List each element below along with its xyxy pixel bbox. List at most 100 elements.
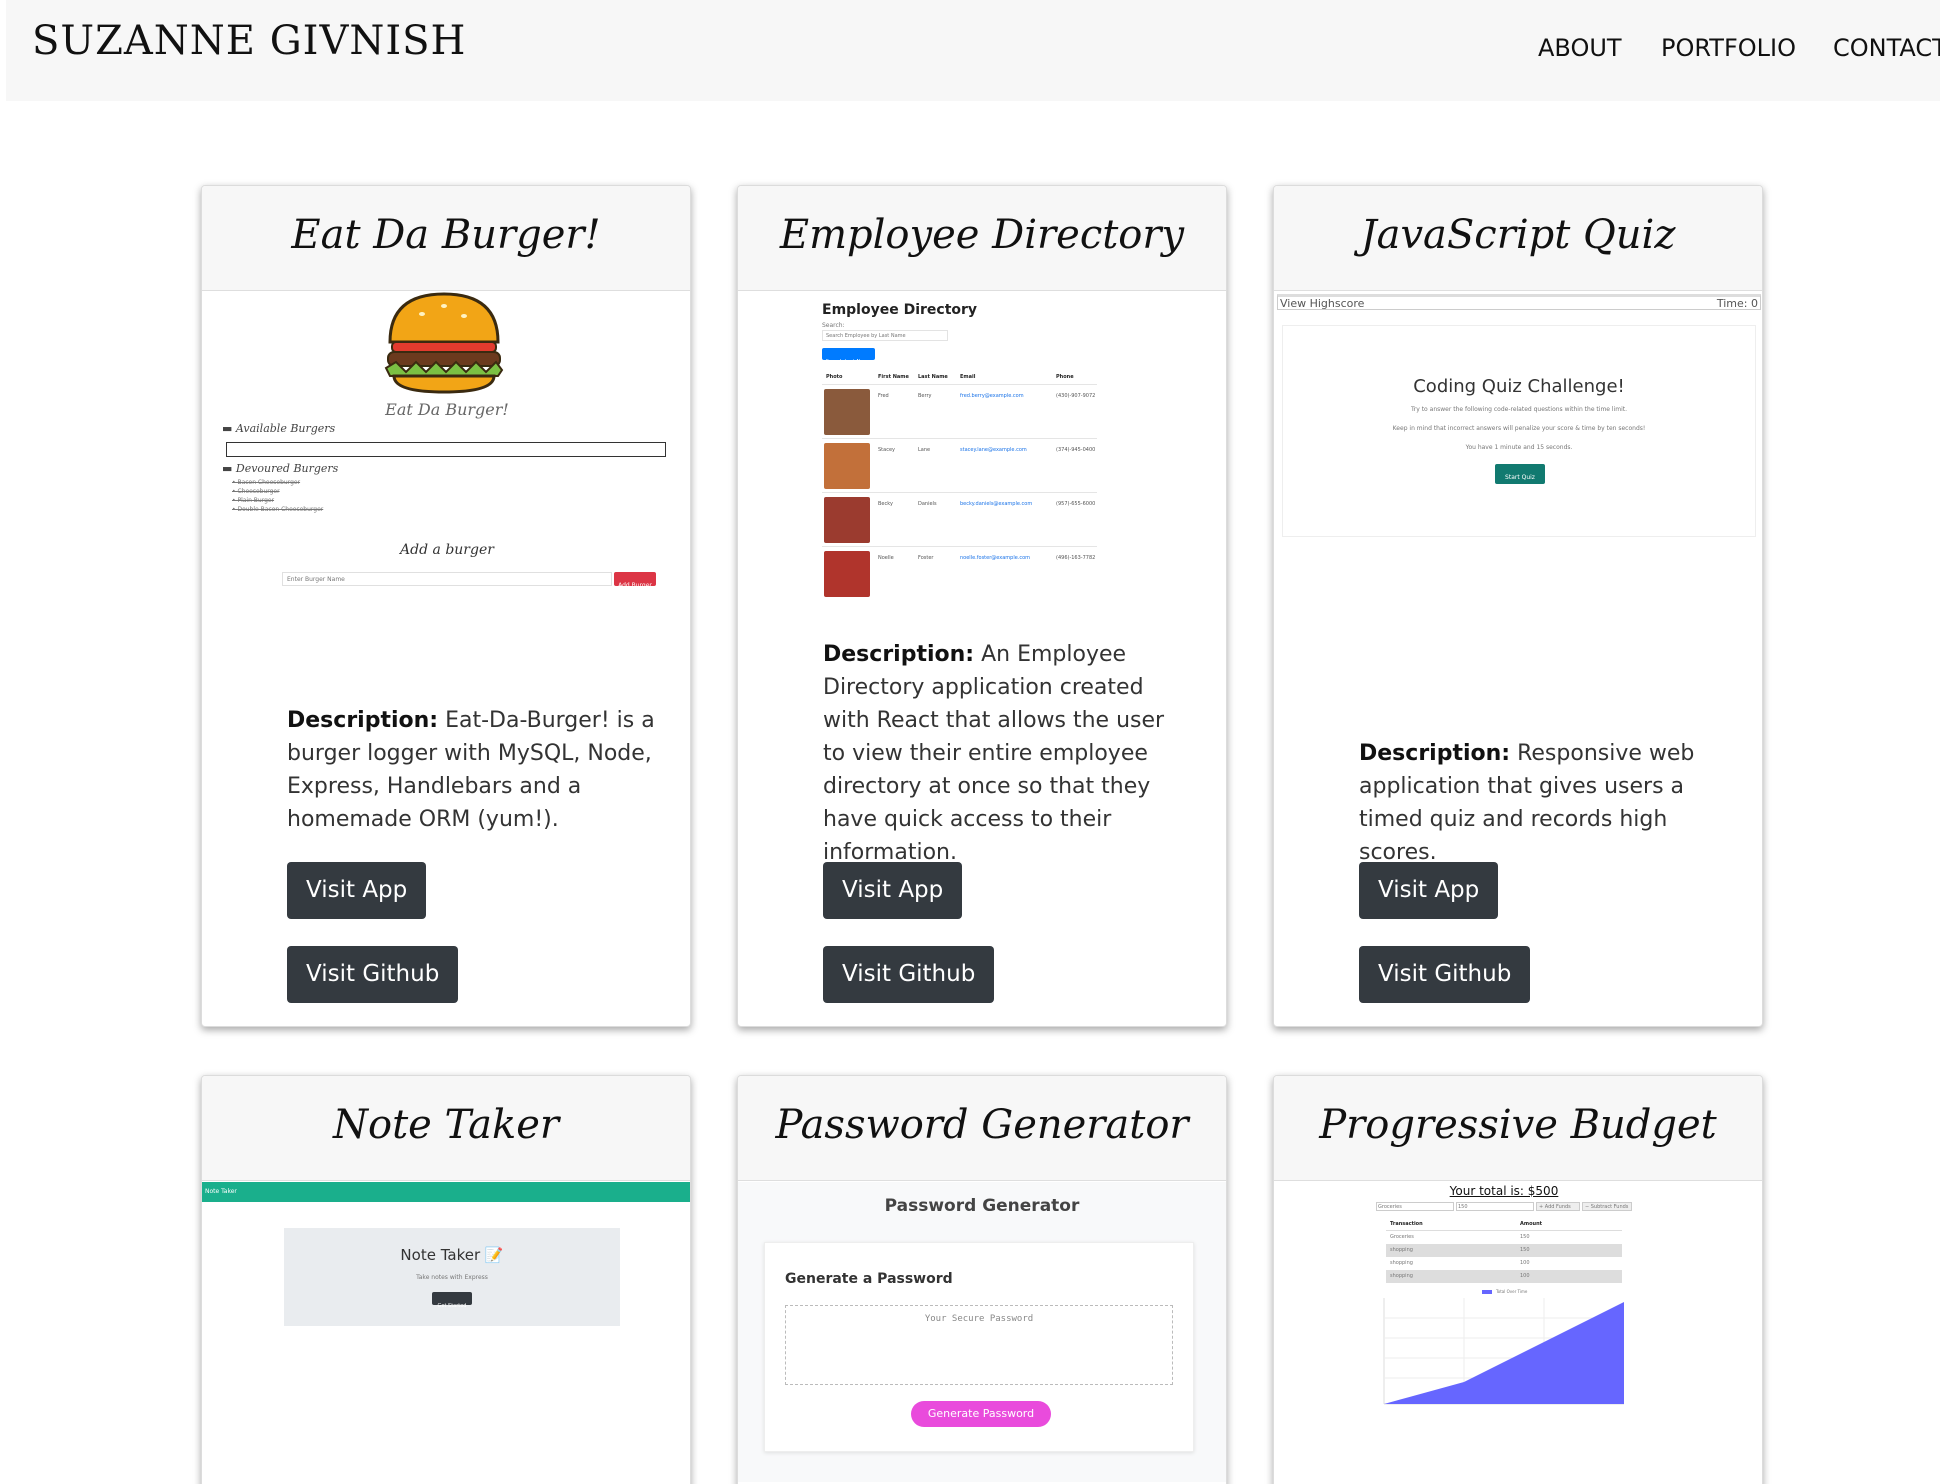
employee-app-screenshot: Employee Directory Search: Search Employ…: [738, 292, 1226, 617]
phone: (957)-655-6000: [1056, 501, 1096, 507]
note-taker-navbar: Note Taker: [202, 1182, 690, 1202]
employee-photo: [824, 497, 870, 543]
email[interactable]: noelle.foster@example.com: [960, 555, 1030, 561]
budget-area: [1384, 1302, 1624, 1404]
devoured-burgers-label: ▬ Devoured Burgers: [222, 462, 339, 475]
password-app-heading: Password Generator: [884, 1196, 1080, 1216]
last-name: Berry: [918, 393, 932, 399]
visit-github-button[interactable]: Visit Github: [287, 946, 459, 1003]
burger-name-input[interactable]: Enter Burger Name: [282, 572, 612, 586]
view-highscore-link[interactable]: View Highscore: [1280, 297, 1364, 310]
transaction-row: shopping 150: [1386, 1244, 1622, 1257]
card-title: Progressive Budget: [1319, 1102, 1717, 1148]
get-started-button[interactable]: Get Started: [432, 1292, 472, 1309]
devoured-list: • Bacon Cheeseburger • Cheeseburger • Pl…: [232, 479, 324, 513]
card-header: JavaScript Quiz: [1274, 186, 1762, 291]
burger-app-heading: Eat Da Burger!: [385, 400, 509, 419]
last-name: Daniels: [918, 501, 937, 507]
card-header: Password Generator: [738, 1076, 1226, 1181]
visit-github-button[interactable]: Visit Github: [1359, 946, 1531, 1003]
employee-row: Stacey Lane stacey.lane@example.com (374…: [822, 438, 1097, 492]
available-burgers-box: [226, 442, 666, 457]
phone: (374)-945-0400: [1056, 447, 1096, 453]
note-taker-app-screenshot: Note Taker Note Taker 📝 Take notes with …: [202, 1182, 690, 1482]
employee-row: Fred Berry fred.berry@example.com (430)-…: [822, 384, 1097, 438]
employee-photo: [824, 389, 870, 435]
brand-logo[interactable]: SUZANNE GIVNISH: [32, 18, 466, 64]
card-title: Note Taker: [333, 1102, 559, 1148]
email[interactable]: stacey.lane@example.com: [960, 447, 1027, 453]
burger-app-screenshot: Eat Da Burger! ▬ Available Burgers ▬ Dev…: [202, 292, 690, 592]
first-name: Noelle: [878, 555, 894, 561]
card-header: Employee Directory: [738, 186, 1226, 291]
card-header: Eat Da Burger!: [202, 186, 690, 291]
password-card-title: Generate a Password: [785, 1271, 953, 1287]
search-label: Search:: [822, 322, 845, 329]
phone: (430)-907-9072: [1056, 393, 1096, 399]
add-burger-heading: Add a burger: [400, 542, 494, 558]
quiz-instruction-1: Try to answer the following code-related…: [1411, 406, 1627, 413]
col-phone: Phone: [1056, 374, 1074, 380]
project-card-employee-directory: Employee Directory Employee Directory Se…: [737, 185, 1227, 1027]
transaction-row: Groceries 150: [1390, 1234, 1530, 1240]
chart-legend-swatch: [1482, 1290, 1492, 1294]
quiz-timer: Time: 0: [1716, 297, 1758, 310]
quiz-instruction-3: You have 1 minute and 15 seconds.: [1465, 444, 1573, 451]
employee-photo: [824, 443, 870, 489]
col-photo: Photo: [826, 374, 843, 380]
search-last-name-button[interactable]: Search Last Name: [822, 348, 875, 365]
employee-search-input[interactable]: Search Employee by Last Name: [822, 330, 948, 341]
add-funds-button[interactable]: + Add Funds: [1536, 1202, 1580, 1211]
quiz-app-screenshot: View Highscore Time: 0 Coding Quiz Chall…: [1274, 292, 1762, 552]
add-burger-button[interactable]: Add Burger: [614, 572, 656, 589]
project-card-progressive-budget: Progressive Budget Your total is: $500 G…: [1273, 1075, 1763, 1484]
password-generator-app-screenshot: Password Generator Generate a Password Y…: [738, 1182, 1226, 1482]
transaction-row: shopping 100: [1386, 1270, 1622, 1283]
last-name: Lane: [918, 447, 931, 453]
project-description: Description: An Employee Directory appli…: [823, 642, 1165, 865]
available-burgers-label: ▬ Available Burgers: [222, 422, 336, 435]
first-name: Becky: [878, 501, 893, 507]
visit-app-button[interactable]: Visit App: [1359, 862, 1499, 919]
card-title: JavaScript Quiz: [1360, 212, 1676, 258]
col-last-name: Last Name: [918, 374, 948, 380]
nav-contact[interactable]: CONTACT: [1833, 34, 1940, 62]
card-title: Password Generator: [775, 1102, 1189, 1148]
subtract-funds-button[interactable]: − Subtract Funds: [1582, 1202, 1632, 1211]
nav-about[interactable]: ABOUT: [1538, 34, 1622, 62]
quiz-instruction-2: Keep in mind that incorrect answers will…: [1392, 425, 1646, 432]
project-card-note-taker: Note Taker Note Taker Note Taker 📝 Take …: [201, 1075, 691, 1484]
transaction-name-input[interactable]: Groceries: [1376, 1202, 1454, 1211]
visit-github-button[interactable]: Visit Github: [823, 946, 995, 1003]
note-taker-subtitle: Take notes with Express: [416, 1274, 488, 1281]
start-quiz-button[interactable]: Start Quiz: [1495, 464, 1545, 484]
project-description: Description: Eat-Da-Burger! is a burger …: [287, 708, 655, 832]
phone: (496)-163-7782: [1056, 555, 1096, 561]
quiz-start-panel: Coding Quiz Challenge! Try to answer the…: [1282, 325, 1756, 537]
visit-app-button[interactable]: Visit App: [823, 862, 963, 919]
burger-icon: [384, 292, 504, 394]
navbar: SUZANNE GIVNISH ABOUT PORTFOLIO CONTACT: [6, 0, 1940, 101]
chart-legend-label: Total Over Time: [1496, 1289, 1528, 1294]
employee-row: Noelle Foster noelle.foster@example.com …: [822, 546, 1097, 600]
note-taker-heading: Note Taker 📝: [400, 1246, 504, 1264]
employee-app-heading: Employee Directory: [822, 302, 978, 318]
generate-password-button[interactable]: Generate Password: [911, 1401, 1051, 1427]
employee-row: Becky Daniels becky.daniels@example.com …: [822, 492, 1097, 546]
employee-photo: [824, 551, 870, 597]
budget-total: Your total is: $500: [1449, 1184, 1559, 1198]
project-card-burger: Eat Da Burger! Eat Da Burger! ▬ Availabl…: [201, 185, 691, 1027]
email[interactable]: fred.berry@example.com: [960, 393, 1024, 399]
email[interactable]: becky.daniels@example.com: [960, 501, 1032, 507]
password-output-field[interactable]: Your Secure Password: [785, 1305, 1173, 1385]
note-taker-jumbotron: Note Taker 📝 Take notes with Express Get…: [284, 1228, 620, 1326]
col-email: Email: [960, 374, 976, 380]
card-header: Note Taker: [202, 1076, 690, 1181]
transactions-table: Transaction Amount Groceries 150 shoppin…: [1386, 1218, 1622, 1283]
visit-app-button[interactable]: Visit App: [287, 862, 427, 919]
transaction-amount-input[interactable]: 150: [1456, 1202, 1534, 1211]
card-header: Progressive Budget: [1274, 1076, 1762, 1181]
project-description: Description: Responsive web application …: [1359, 741, 1695, 865]
nav-portfolio[interactable]: PORTFOLIO: [1661, 34, 1796, 62]
project-card-javascript-quiz: JavaScript Quiz View Highscore Time: 0 C…: [1273, 185, 1763, 1027]
